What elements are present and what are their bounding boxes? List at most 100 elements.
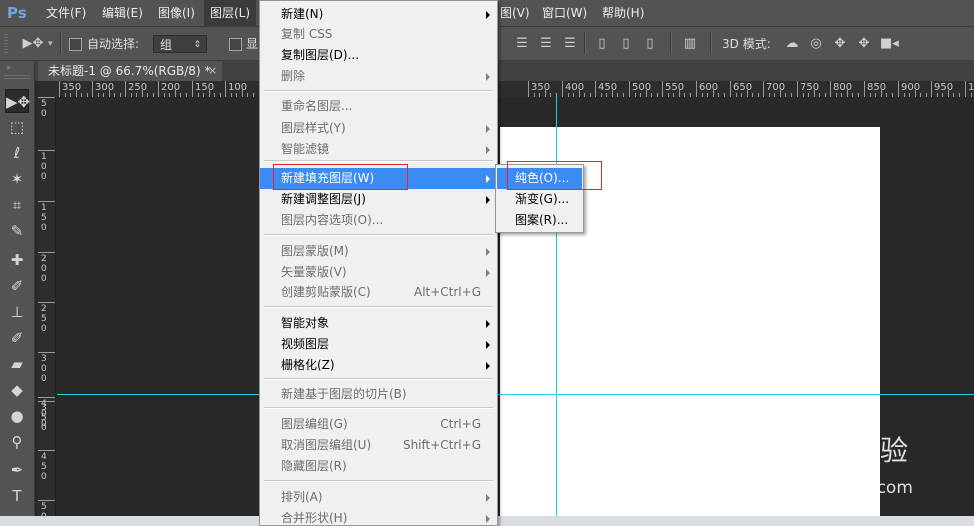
fill-submenu-item[interactable]: 渐变(G)... [497,189,582,210]
document-tab[interactable]: 未标题-1 @ 66.7%(RGB/8) * [38,61,222,81]
magic-wand-tool-icon[interactable]: ✶ [5,167,29,191]
layer-menu-item[interactable]: 图层样式(Y) [260,118,497,139]
auto-select-checkbox[interactable] [69,38,82,51]
roll-3d-icon[interactable]: ◎ [808,36,824,52]
horizontal-guide[interactable] [57,394,974,395]
layer-menu-item[interactable]: 新建调整图层(J) [260,189,497,210]
layer-menu-item[interactable]: 合并形状(H) [260,508,497,525]
ruler-label: 650 [733,82,753,93]
dodge-tool-icon[interactable]: ⚲ [5,430,29,454]
baidu-jingyan-watermark: Bai 经验 jingyan.baidu.com [748,430,968,500]
layer-menu-item[interactable]: 新建(N) [260,4,497,25]
orbit-3d-icon[interactable]: ☁ [784,36,800,52]
align-bottom-icon[interactable]: ☰ [562,36,578,52]
auto-select-target-select[interactable]: 组 ⇕ [153,35,207,53]
options-divider [60,32,62,54]
menu-layer[interactable]: 图层(L) [204,0,257,26]
ruler-tick [662,81,663,97]
submenu-arrow-icon [486,11,490,19]
layer-menu-item[interactable]: 智能对象 [260,313,497,334]
ruler-tick [38,352,55,353]
show-transform-checkbox[interactable] [229,38,242,51]
menu-file[interactable]: 文件(F) [42,0,90,26]
options-grip[interactable] [4,34,8,54]
layer-menu-item[interactable]: 取消图层编组(U) Shift+Ctrl+G [260,435,497,456]
layer-menu-item[interactable]: 栅格化(Z) [260,355,497,376]
layer-menu-item[interactable]: 智能滤镜 [260,139,497,160]
layer-menu-item[interactable]: 创建剪贴蒙版(C) Alt+Ctrl+G [260,282,497,303]
crop-tool-icon[interactable]: ⌗ [5,193,29,217]
ruler-label: 300 [95,82,115,93]
ruler-label: 750 [800,82,820,93]
brush-tool-icon[interactable]: ✐ [5,274,29,298]
align-left-icon[interactable]: ▯ [594,36,610,52]
menu-item-label: 图层编组(G) [281,417,348,431]
clone-stamp-tool-icon[interactable]: ⊥ [5,300,29,324]
menu-item-label: 新建(N) [281,7,324,21]
menu-item-label: 删除 [281,69,306,83]
layer-menu-item[interactable]: 隐藏图层(R) [260,456,497,477]
fill-submenu-item[interactable]: 图案(R)... [497,210,582,231]
ruler-tick [830,81,831,97]
layer-menu-item[interactable]: 图层内容选项(O)... [260,210,497,231]
tool-preset-dropdown-icon[interactable]: ▾ [48,36,53,52]
align-right-icon[interactable]: ▯ [642,36,658,52]
layer-menu-item[interactable]: 复制 CSS [260,24,497,45]
eyedropper-tool-icon[interactable]: ✎ [5,219,29,243]
layer-menu-item[interactable]: 图层编组(G) Ctrl+G [260,414,497,435]
layer-menu-item[interactable]: 排列(A) [260,487,497,508]
align-top-icon[interactable]: ☰ [514,36,530,52]
horizontal-ruler[interactable]: 350 300 250 200 150 100 350 400 450 500 550 600 650 7… [57,81,974,98]
distribute-icon[interactable]: ▥ [682,36,698,52]
layer-menu-item[interactable]: 复制图层(D)... [260,45,497,66]
scale-3d-icon[interactable]: ■◂ [880,36,899,52]
align-hcenter-icon[interactable]: ▯ [618,36,634,52]
menu-edit[interactable]: 编辑(E) [98,0,147,26]
ruler-label: 450 [598,82,618,93]
panel-collapse-icon[interactable]: » [6,64,11,72]
blur-tool-icon[interactable]: ● [5,404,29,428]
healing-brush-tool-icon[interactable]: ✚ [5,248,29,272]
vertical-ruler[interactable]: 5 01 0 01 5 02 0 02 5 03 0 03 5 04 0 04 … [38,97,56,526]
layer-menu-item[interactable]: 重命名图层... [260,96,497,117]
move-tool-icon[interactable]: ▶✥ [22,36,44,52]
ruler-label: 4 0 0 [41,399,47,429]
mode-3d-label: 3D 模式: [722,37,771,51]
eraser-tool-icon[interactable]: ▰ [5,352,29,376]
type-tool-icon[interactable]: T [5,484,29,508]
ruler-tick [158,81,159,97]
menu-help[interactable]: 帮助(H) [598,0,648,26]
history-brush-tool-icon[interactable]: ✐ [5,326,29,350]
layer-menu-item[interactable]: 图层蒙版(M) [260,241,497,262]
paint-bucket-tool-icon[interactable]: ◆ [5,378,29,402]
ruler-label: 200 [161,82,181,93]
layer-menu-item[interactable]: 矢量蒙版(V) [260,262,497,283]
submenu-arrow-icon [486,320,490,328]
ruler-tick [528,81,529,97]
ruler-origin[interactable] [38,81,57,97]
layer-menu-item[interactable]: 删除 [260,66,497,87]
align-vcenter-icon[interactable]: ☰ [538,36,554,52]
ruler-label: 5 0 [41,99,47,119]
auto-select-target-value: 组 [160,38,173,52]
layer-menu-item[interactable]: 新建基于图层的切片(B) [260,384,497,405]
tools-grip[interactable] [4,75,30,80]
ruler-tick [38,397,55,398]
ruler-tick [965,81,966,97]
close-tab-icon[interactable]: × [208,61,217,81]
lasso-tool-icon[interactable]: ℓ [5,141,29,165]
ruler-tick [192,81,193,97]
menu-image[interactable]: 图像(I) [154,0,199,26]
ruler-tick [797,81,798,97]
menu-window[interactable]: 窗口(W) [538,0,591,26]
pan-3d-icon[interactable]: ✥ [832,36,848,52]
menu-view[interactable]: 图(V) [496,0,534,26]
move-tool-icon[interactable]: ▶✥ [5,89,30,113]
slide-3d-icon[interactable]: ✥ [856,36,872,52]
layer-menu-item[interactable]: 视频图层 [260,334,497,355]
menu-item-label: 排列(A) [281,490,323,504]
submenu-arrow-icon [486,175,490,183]
marquee-tool-icon[interactable]: ⬚ [5,115,29,139]
submenu-arrow-icon [486,341,490,349]
pen-tool-icon[interactable]: ✒ [5,458,29,482]
